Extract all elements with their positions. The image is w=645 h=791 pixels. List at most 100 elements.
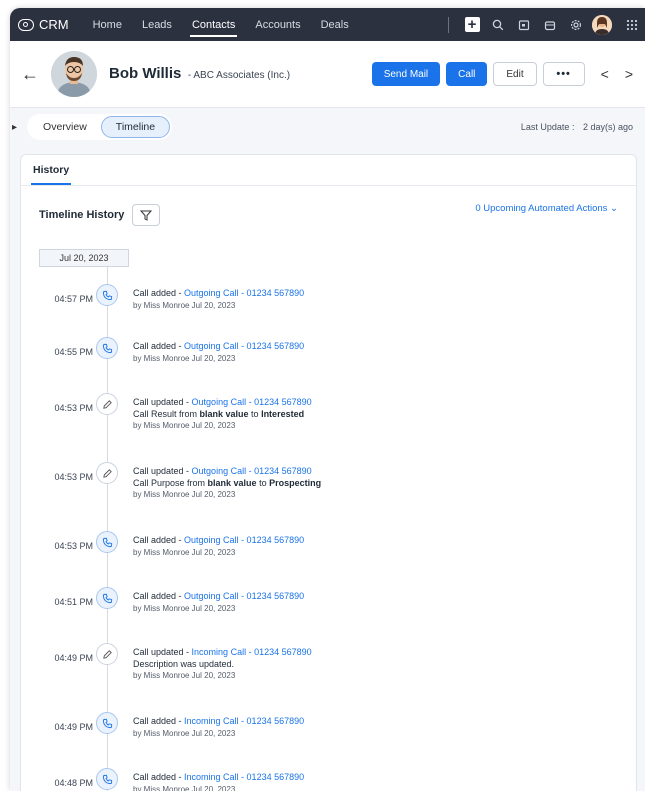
send-mail-button[interactable]: Send Mail: [371, 62, 441, 86]
contact-company[interactable]: - ABC Associates (Inc.): [188, 70, 290, 81]
entry-link[interactable]: Incoming Call - 01234 567890: [184, 772, 304, 782]
more-options-button[interactable]: •••: [542, 62, 585, 86]
entry-link[interactable]: Incoming Call - 01234 567890: [184, 716, 304, 726]
entry-action: Call added -: [133, 288, 185, 298]
previous-record-icon[interactable]: <: [601, 66, 609, 82]
tab-timeline[interactable]: Timeline: [100, 116, 171, 138]
nav-right-tools: +: [448, 14, 645, 36]
phone-icon: [96, 587, 118, 609]
filter-icon: [140, 210, 153, 221]
timeline-header: Timeline History 0 Upcoming Automated Ac…: [21, 186, 636, 226]
entry-author: by Miss Monroe Jul 20, 2023: [133, 547, 236, 557]
filter-button[interactable]: [132, 204, 161, 226]
entry-action: Call added -: [133, 772, 185, 782]
entry-link[interactable]: Outgoing Call - 01234 567890: [184, 341, 304, 351]
record-header: ← Bob Willis - ABC Associates (Inc.) Sen…: [10, 41, 645, 108]
nav-label: Deals: [320, 18, 349, 31]
phone-icon: [96, 768, 118, 790]
divider: [448, 16, 449, 33]
entry-time: 04:53 PM: [54, 541, 93, 551]
entry-author: by Miss Monroe Jul 20, 2023: [133, 671, 236, 680]
entry-detail: Call Purpose from blank value to Prospec…: [133, 478, 321, 490]
upcoming-automated-actions[interactable]: 0 Upcoming Automated Actions ⌄: [475, 203, 618, 214]
entry-body: Call added - Outgoing Call - 01234 56789…: [133, 341, 304, 364]
nav-item-contacts[interactable]: Contacts: [182, 8, 245, 41]
pencil-icon: [96, 643, 118, 665]
entry-action: Call added -: [133, 341, 185, 351]
entry-link[interactable]: Outgoing Call - 01234 567890: [184, 288, 304, 298]
detail-new-value: Interested: [261, 408, 305, 419]
pencil-icon: [96, 462, 118, 484]
tab-history[interactable]: History: [31, 164, 72, 185]
edit-button[interactable]: Edit: [493, 62, 537, 86]
phone-icon: [96, 337, 118, 359]
detail-new-value: Prospecting: [269, 477, 322, 488]
settings-gear-icon[interactable]: [565, 14, 587, 36]
entry-link[interactable]: Outgoing Call - 01234 567890: [192, 397, 312, 407]
history-card: History Timeline History 0 Upcoming Auto…: [20, 154, 637, 791]
brand-logo[interactable]: CRM: [18, 17, 69, 32]
nav-label: Accounts: [255, 18, 301, 31]
entry-action: Call updated -: [133, 397, 192, 407]
entry-time: 04:53 PM: [54, 403, 93, 413]
create-plus-icon[interactable]: +: [461, 14, 483, 36]
chevron-down-icon: ⌄: [610, 202, 618, 214]
entry-link[interactable]: Outgoing Call - 01234 567890: [192, 466, 312, 476]
contact-title: Bob Willis - ABC Associates (Inc.): [109, 65, 290, 83]
entry-author: by Miss Monroe Jul 20, 2023: [133, 300, 236, 310]
entry-action: Call added -: [133, 716, 185, 726]
back-arrow-icon[interactable]: ←: [21, 64, 39, 85]
entry-time: 04:51 PM: [54, 597, 93, 607]
nav-label: Contacts: [191, 18, 236, 31]
nav-item-deals[interactable]: Deals: [311, 8, 359, 41]
entry-action: Call updated -: [133, 647, 192, 657]
entry-body: Call added - Outgoing Call - 01234 56789…: [133, 288, 304, 311]
call-button[interactable]: Call: [446, 62, 488, 86]
nav-item-leads[interactable]: Leads: [132, 8, 182, 41]
date-chip: Jul 20, 2023: [39, 249, 129, 267]
upcoming-actions-label: 0 Upcoming Automated Actions: [475, 202, 608, 214]
detail-prefix: Call Result from: [133, 408, 200, 419]
next-record-icon[interactable]: >: [625, 66, 633, 82]
expand-sidebar-icon[interactable]: ▸: [12, 122, 17, 133]
detail-mid: to: [248, 408, 262, 419]
entry-body: Call added - Outgoing Call - 01234 56789…: [133, 535, 304, 558]
phone-icon: [96, 531, 118, 553]
entry-body: Call added - Incoming Call - 01234 56789…: [133, 772, 304, 791]
entry-time: 04:53 PM: [54, 472, 93, 482]
entry-author: by Miss Monroe Jul 20, 2023: [133, 490, 236, 499]
tab-overview[interactable]: Overview: [29, 117, 101, 137]
entry-time: 04:49 PM: [54, 653, 93, 663]
brand-name: CRM: [39, 17, 69, 32]
entry-action: Call updated -: [133, 466, 192, 476]
marketplace-icon[interactable]: [539, 14, 561, 36]
entry-author: by Miss Monroe Jul 20, 2023: [133, 421, 236, 430]
phone-icon: [96, 712, 118, 734]
calendar-icon[interactable]: [513, 14, 535, 36]
entry-time: 04:55 PM: [54, 347, 93, 357]
detail-prefix: Call Purpose from: [133, 477, 208, 488]
detail-old-value: blank value: [207, 477, 257, 488]
top-nav: CRM Home Leads Contacts Accounts Deals +: [10, 8, 645, 41]
entry-link[interactable]: Outgoing Call - 01234 567890: [184, 591, 304, 601]
view-tabs-row: ▸ Overview Timeline Last Update : 2 day(…: [10, 108, 645, 146]
apps-grid-icon[interactable]: [621, 14, 643, 36]
entry-body: Call added - Outgoing Call - 01234 56789…: [133, 591, 304, 614]
contact-avatar: [51, 51, 97, 97]
entry-link[interactable]: Incoming Call - 01234 567890: [192, 647, 312, 657]
entry-author: by Miss Monroe Jul 20, 2023: [133, 353, 236, 363]
nav-item-home[interactable]: Home: [83, 8, 132, 41]
nav-item-accounts[interactable]: Accounts: [245, 8, 310, 41]
entry-detail: Description was updated.: [133, 659, 312, 671]
card-tabs: History: [21, 155, 636, 186]
entry-author: by Miss Monroe Jul 20, 2023: [133, 784, 236, 791]
user-avatar[interactable]: [591, 14, 613, 36]
search-icon[interactable]: [487, 14, 509, 36]
entry-time: 04:57 PM: [54, 294, 93, 304]
detail-mid: to: [256, 477, 270, 488]
app-window: CRM Home Leads Contacts Accounts Deals +: [10, 8, 645, 791]
timeline-history-title: Timeline History: [39, 209, 125, 221]
entry-link[interactable]: Outgoing Call - 01234 567890: [184, 535, 304, 545]
contact-name: Bob Willis: [109, 65, 182, 82]
detail-prefix: Description was updated.: [133, 658, 235, 669]
